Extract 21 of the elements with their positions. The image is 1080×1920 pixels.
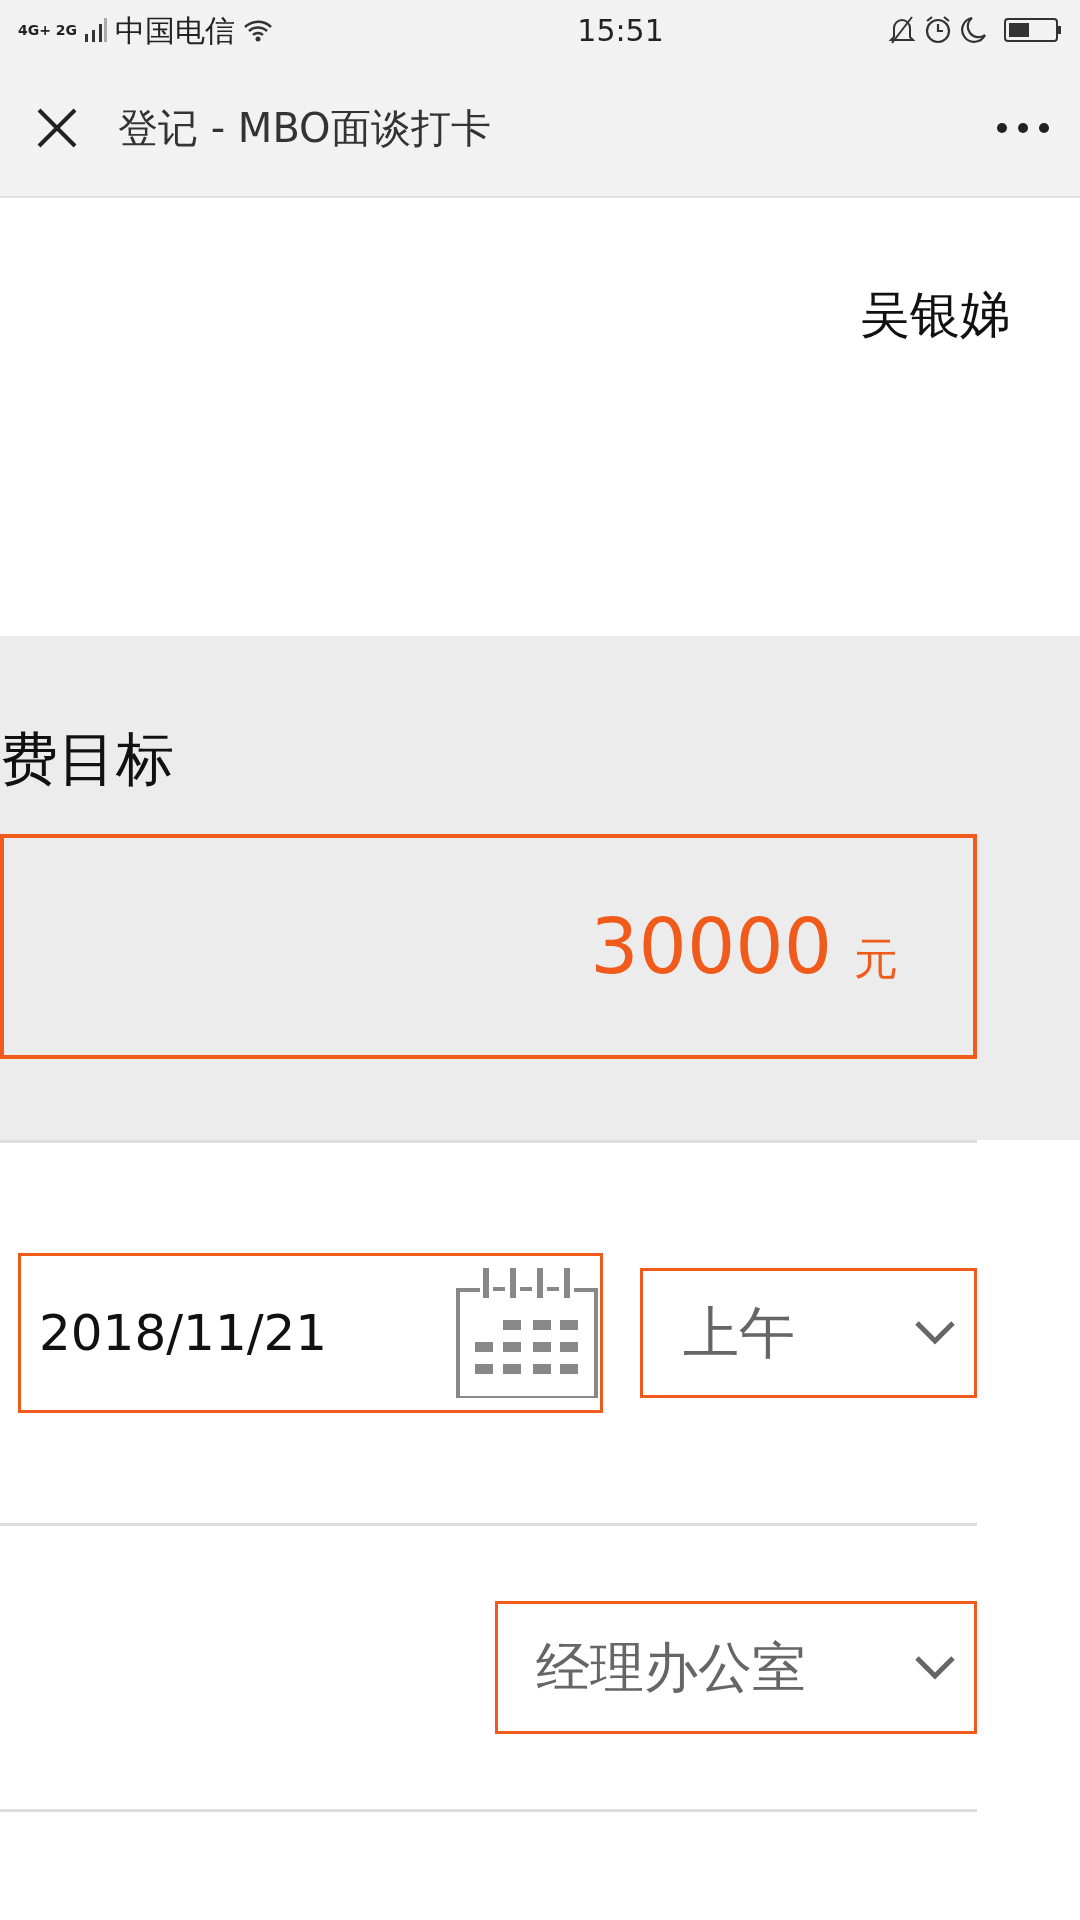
page-title: 登记 - MBO面谈打卡 [118,104,491,153]
clock-time: 15:51 [577,11,664,50]
signal-icon [85,18,108,42]
location-select[interactable]: 经理办公室 [495,1601,977,1734]
date-field[interactable]: 2018/11/21 [18,1253,603,1413]
target-label: 费目标 [0,724,175,795]
battery-icon [1004,17,1062,43]
close-icon[interactable] [36,107,78,149]
network-indicator: 4G+ 2G [18,23,78,37]
moon-icon [960,15,988,45]
alarm-clock-icon [924,15,952,45]
period-select[interactable]: 上午 [640,1268,977,1398]
chevron-down-icon [914,1320,956,1346]
target-amount-field[interactable]: 30000 元 [0,834,977,1059]
wifi-icon [243,18,274,42]
more-options-icon[interactable] [996,122,1050,134]
carrier-name: 中国电信 [115,11,236,50]
calendar-icon[interactable] [453,1268,598,1398]
chevron-down-icon [914,1654,956,1681]
user-name: 吴银娣 [860,285,1010,346]
muted-bell-icon [888,15,916,45]
